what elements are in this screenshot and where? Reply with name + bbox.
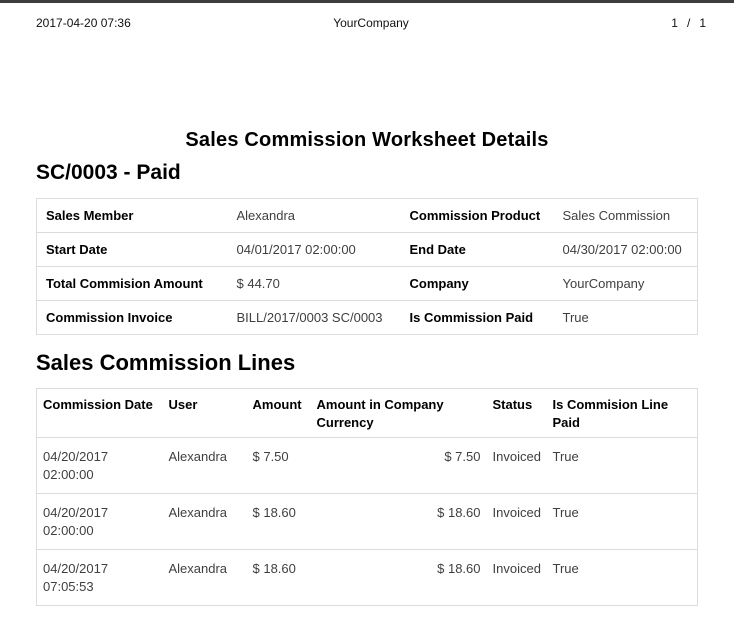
line-row: 04/20/2017 07:05:53 Alexandra $ 18.60 $ … <box>37 550 698 606</box>
field-value: True <box>554 301 698 335</box>
cell-commission-date: 04/20/2017 02:00:00 <box>37 494 163 550</box>
field-value: YourCompany <box>554 267 698 301</box>
report-page: 2017-04-20 07:36 YourCompany 1 / 1 Sales… <box>0 3 734 606</box>
cell-amount-company: $ 18.60 <box>311 550 487 606</box>
cell-amount-company: $ 18.60 <box>311 494 487 550</box>
field-value: Sales Commission <box>554 199 698 233</box>
cell-amount: $ 7.50 <box>247 438 311 494</box>
cell-amount-company: $ 7.50 <box>311 438 487 494</box>
field-label: Commission Product <box>401 199 554 233</box>
cell-paid: True <box>547 438 698 494</box>
cell-status: Invoiced <box>487 438 547 494</box>
info-row: Start Date 04/01/2017 02:00:00 End Date … <box>37 233 698 267</box>
cell-user: Alexandra <box>163 550 247 606</box>
report-title: Sales Commission Worksheet Details <box>0 129 734 152</box>
cell-amount: $ 18.60 <box>247 494 311 550</box>
field-value: 04/01/2017 02:00:00 <box>228 233 401 267</box>
report-datetime: 2017-04-20 07:36 <box>36 16 276 30</box>
lines-section-heading: Sales Commission Lines <box>36 350 734 376</box>
page-indicator: 1 / 1 <box>466 16 706 30</box>
cell-status: Invoiced <box>487 494 547 550</box>
cell-status: Invoiced <box>487 550 547 606</box>
field-value: BILL/2017/0003 SC/0003 <box>228 301 401 335</box>
cell-commission-date: 04/20/2017 02:00:00 <box>37 438 163 494</box>
field-label: Commission Invoice <box>37 301 228 335</box>
info-row: Commission Invoice BILL/2017/0003 SC/000… <box>37 301 698 335</box>
cell-amount: $ 18.60 <box>247 550 311 606</box>
column-header-amount-company: Amount in Company Currency <box>311 389 487 438</box>
page-total: 1 <box>699 16 706 30</box>
report-running-header: 2017-04-20 07:36 YourCompany 1 / 1 <box>0 3 734 30</box>
line-row: 04/20/2017 02:00:00 Alexandra $ 7.50 $ 7… <box>37 438 698 494</box>
column-header-paid: Is Commision Line Paid <box>547 389 698 438</box>
line-row: 04/20/2017 02:00:00 Alexandra $ 18.60 $ … <box>37 494 698 550</box>
field-value: $ 44.70 <box>228 267 401 301</box>
cell-user: Alexandra <box>163 494 247 550</box>
field-label: Start Date <box>37 233 228 267</box>
field-value: Alexandra <box>228 199 401 233</box>
field-label: Sales Member <box>37 199 228 233</box>
column-header-amount: Amount <box>247 389 311 438</box>
lines-header-row: Commission Date User Amount Amount in Co… <box>37 389 698 438</box>
report-company-name: YourCompany <box>276 16 466 30</box>
column-header-date: Commission Date <box>37 389 163 438</box>
column-header-status: Status <box>487 389 547 438</box>
page-current: 1 <box>671 16 678 30</box>
field-label: Company <box>401 267 554 301</box>
field-label: End Date <box>401 233 554 267</box>
cell-paid: True <box>547 550 698 606</box>
field-label: Is Commission Paid <box>401 301 554 335</box>
info-row: Total Commision Amount $ 44.70 Company Y… <box>37 267 698 301</box>
info-row: Sales Member Alexandra Commission Produc… <box>37 199 698 233</box>
cell-user: Alexandra <box>163 438 247 494</box>
field-label: Total Commision Amount <box>37 267 228 301</box>
column-header-user: User <box>163 389 247 438</box>
field-value: 04/30/2017 02:00:00 <box>554 233 698 267</box>
worksheet-title: SC/0003 - Paid <box>36 161 734 185</box>
worksheet-info-table: Sales Member Alexandra Commission Produc… <box>36 198 698 335</box>
cell-commission-date: 04/20/2017 07:05:53 <box>37 550 163 606</box>
commission-lines-table: Commission Date User Amount Amount in Co… <box>36 388 698 606</box>
page-separator: / <box>687 16 690 30</box>
cell-paid: True <box>547 494 698 550</box>
